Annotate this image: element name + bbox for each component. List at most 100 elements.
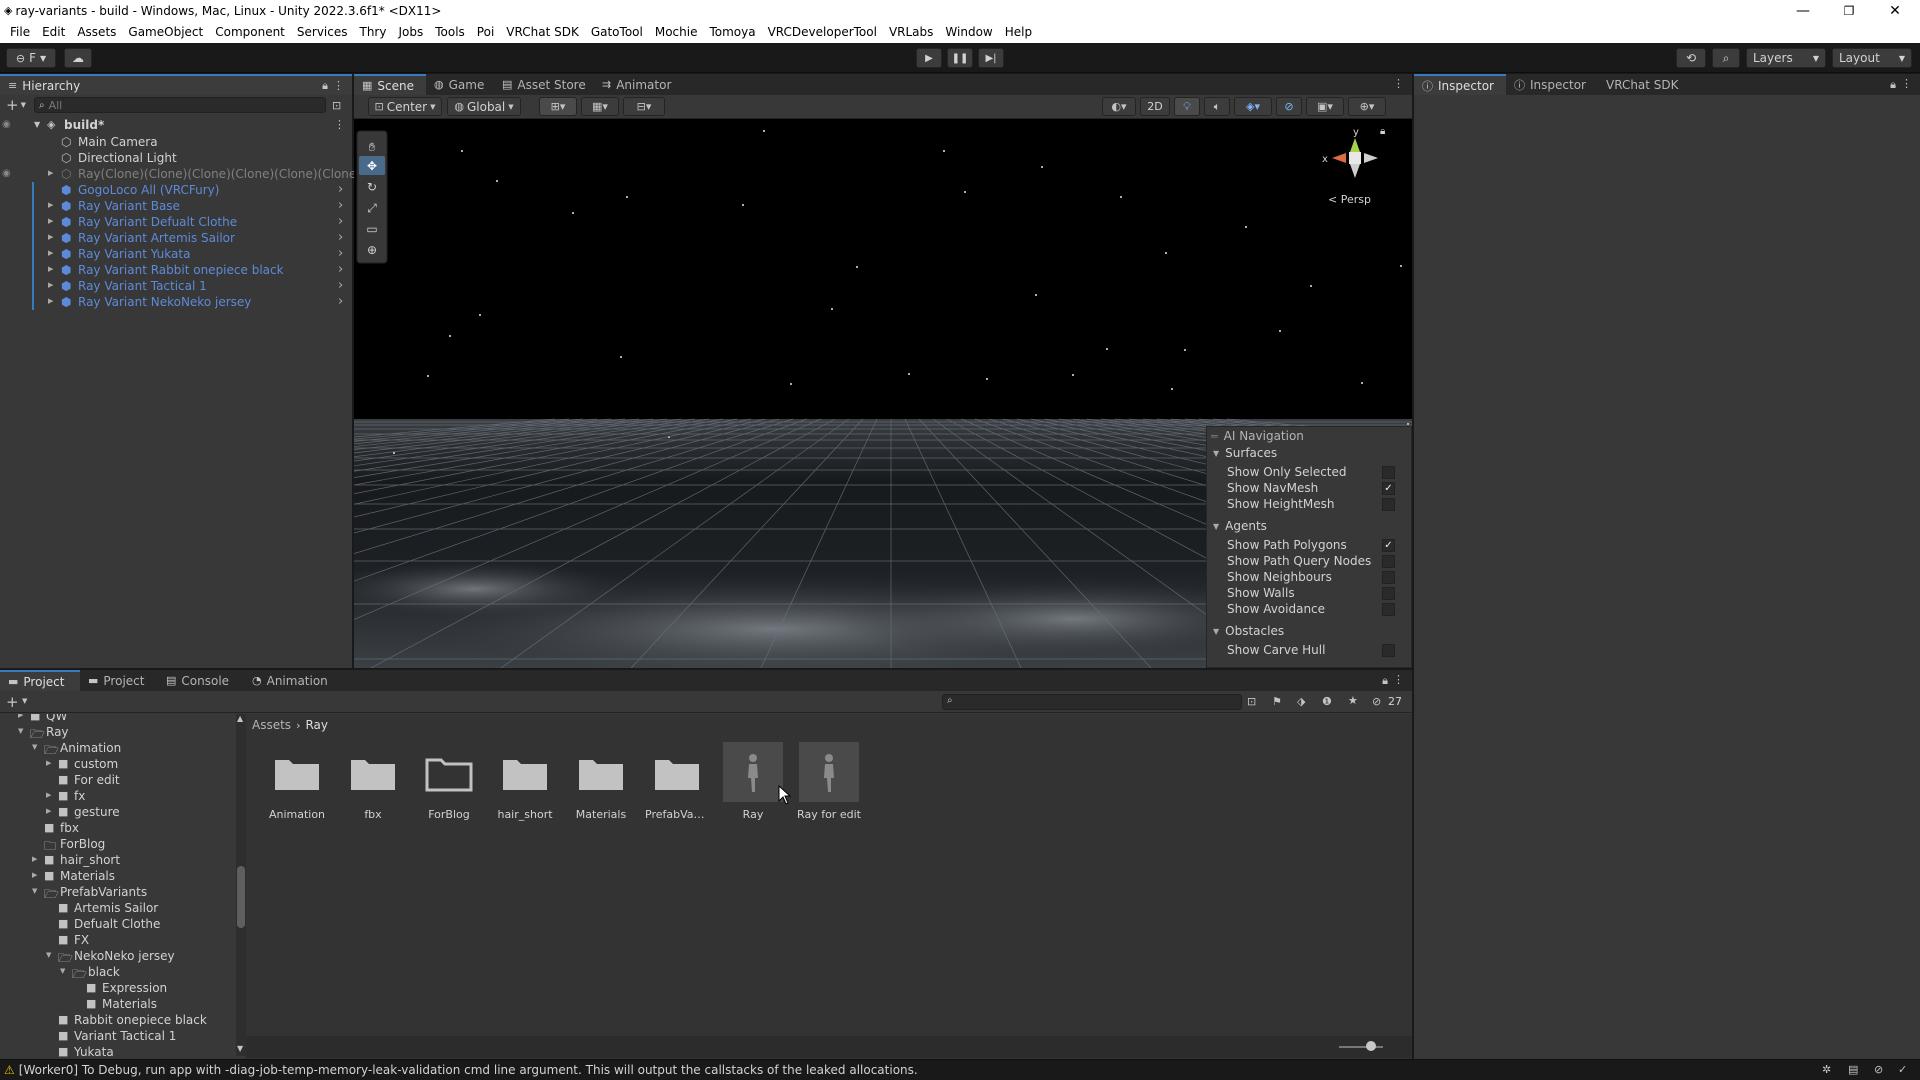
asset-folder[interactable]: PrefabVari... — [645, 742, 709, 832]
tab-inspector[interactable]: ⓘ Inspector — [1414, 74, 1506, 95]
chevron-down-icon[interactable]: ▼ — [1213, 449, 1219, 458]
ai-nav-option[interactable]: Show Carve Hull — [1207, 642, 1409, 658]
account-dropdown[interactable]: ⊖ F ▼ — [6, 48, 56, 68]
folder-tree-item[interactable]: ■ FX — [0, 932, 236, 948]
chevron-right-icon[interactable]: ▶ — [48, 265, 53, 273]
asset-folder[interactable]: Animation — [265, 742, 329, 832]
hierarchy-item[interactable]: ⬢ GogoLoco All (VRCFury) › — [0, 182, 352, 198]
menu-item[interactable]: Jobs — [392, 21, 429, 43]
menu-item[interactable]: Help — [999, 21, 1038, 43]
folder-tree-item[interactable]: ■ Artemis Sailor — [0, 900, 236, 916]
chevron-right-icon[interactable]: ▶ — [48, 281, 53, 289]
lock-icon[interactable]: 🔒︎ — [322, 79, 328, 93]
ai-nav-option[interactable]: Show Avoidance — [1207, 601, 1409, 617]
ai-nav-section-header[interactable]: ▼ Agents — [1207, 518, 1409, 534]
folder-tree-item[interactable]: ■ Variant Tactical 1 — [0, 1028, 236, 1044]
hierarchy-item[interactable]: ⬡ Directional Light — [0, 150, 352, 166]
tab-animation[interactable]: ◔ Animation — [244, 670, 340, 691]
play-button[interactable]: ▶ — [916, 48, 942, 68]
menu-item[interactable]: Component — [209, 21, 291, 43]
camera-dropdown[interactable]: ▣▾ — [1306, 97, 1344, 116]
lighting-toggle[interactable]: 💡︎ — [1174, 97, 1200, 116]
folder-tree-item[interactable]: ▶ ■ fx — [0, 788, 236, 804]
search-by-type-icon[interactable]: ⊡ — [1247, 695, 1256, 708]
folder-tree-item[interactable]: 🗀︎ ForBlog — [0, 836, 236, 853]
chevron-down-icon[interactable]: ▼ — [1213, 522, 1219, 531]
progress-icon[interactable]: ▤ — [1848, 1063, 1858, 1076]
snap-increment-button[interactable]: ▦▾ — [581, 97, 619, 116]
more-icon[interactable]: ⋮ — [334, 118, 345, 131]
ai-nav-option[interactable]: Show Neighbours — [1207, 569, 1409, 585]
minimize-button[interactable]: — — [1780, 0, 1826, 21]
hierarchy-item[interactable]: ▶ ⬢ Ray Variant NekoNeko jersey › — [0, 294, 352, 310]
folder-tree-item[interactable]: ▶ ■ QW — [0, 714, 236, 724]
chevron-right-icon[interactable]: ▶ — [46, 759, 51, 767]
breadcrumb-ray[interactable]: Ray — [305, 718, 328, 732]
open-prefab-icon[interactable]: › — [338, 246, 343, 261]
hierarchy-item[interactable]: ⬡ Main Camera — [0, 134, 352, 150]
step-button[interactable]: ▶| — [978, 48, 1004, 68]
tab-scene[interactable]: ▦ Scene — [354, 74, 426, 95]
ai-nav-checkbox[interactable] — [1382, 554, 1395, 568]
asset-folder[interactable]: Materials — [569, 742, 633, 832]
scene-root-row[interactable]: ◉ ▼ ◈ build* ⋮ — [0, 118, 352, 134]
scroll-thumb[interactable] — [237, 866, 245, 928]
chevron-right-icon[interactable]: ▶ — [48, 233, 53, 241]
open-prefab-icon[interactable]: › — [338, 182, 343, 197]
thumbnail-size-slider[interactable] — [1339, 1046, 1383, 1048]
scale-tool-icon[interactable]: ⤢ — [366, 201, 377, 215]
more-icon[interactable]: ⋮ — [1393, 673, 1404, 686]
folder-tree-item[interactable]: ■ For edit — [0, 772, 236, 788]
tag-icon[interactable]: ⬗ — [1297, 695, 1305, 708]
ai-nav-option[interactable]: Show NavMesh ✓ — [1207, 480, 1409, 496]
undo-history-button[interactable]: ⟲ — [1676, 48, 1706, 68]
folder-tree-item[interactable]: ▶ ■ Materials — [0, 868, 236, 884]
chevron-down-icon[interactable]: ▼ — [21, 101, 26, 109]
menu-item[interactable]: GatoTool — [585, 21, 649, 43]
search-by-label-icon[interactable]: ⚑ — [1272, 695, 1282, 708]
importlog-icon[interactable]: ❶ — [1322, 695, 1332, 708]
open-prefab-icon[interactable]: › — [338, 262, 343, 277]
breadcrumb-assets[interactable]: Assets — [252, 718, 291, 732]
chevron-down-icon[interactable]: ▼ — [22, 697, 27, 705]
rotate-tool-icon[interactable]: ↻ — [367, 180, 377, 194]
visibility-eye-icon[interactable]: ◉ — [2, 168, 11, 179]
hierarchy-item[interactable]: ▶ ⬢ Ray Variant Artemis Sailor › — [0, 230, 352, 246]
chevron-down-icon[interactable]: ▼ — [60, 967, 65, 975]
chevron-right-icon[interactable]: ▶ — [48, 169, 53, 177]
scroll-down-icon[interactable]: ▼ — [237, 1044, 243, 1053]
chevron-right-icon[interactable]: ▶ — [46, 807, 51, 815]
chevron-down-icon[interactable]: ▼ — [46, 951, 51, 959]
rect-tool-icon[interactable]: ▭ — [366, 222, 377, 236]
folder-tree-item[interactable]: ■ fbx — [0, 820, 236, 836]
folder-tree-item[interactable]: ▼ 🗁︎ NekoNeko jersey — [0, 948, 236, 965]
move-tool-icon[interactable]: ✥ — [367, 159, 377, 173]
ai-nav-checkbox[interactable] — [1382, 643, 1395, 657]
menu-item[interactable]: Tomoya — [703, 21, 761, 43]
chevron-down-icon[interactable]: ▼ — [18, 727, 23, 735]
scroll-up-icon[interactable]: ▲ — [237, 714, 243, 723]
chevron-right-icon[interactable]: ▶ — [48, 217, 53, 225]
toggle-2d-button[interactable]: 2D — [1140, 97, 1170, 116]
open-prefab-icon[interactable]: › — [338, 198, 343, 213]
ai-nav-checkbox[interactable]: ✓ — [1382, 481, 1395, 495]
favorite-star-icon[interactable]: ★ — [1348, 694, 1358, 707]
folder-tree-item[interactable]: ▼ 🗁︎ PrefabVariants — [0, 884, 236, 901]
check-icon[interactable]: ✓ — [1898, 1063, 1907, 1076]
chevron-right-icon[interactable]: ▶ — [46, 791, 51, 799]
chevron-right-icon[interactable]: ▶ — [32, 855, 37, 863]
asset-folder[interactable]: hair_short — [493, 742, 557, 832]
open-prefab-icon[interactable]: › — [338, 278, 343, 293]
increment-snap-button[interactable]: ⊟▾ — [623, 97, 665, 116]
menu-item[interactable]: VRCDeveloperTool — [762, 21, 883, 43]
tree-scrollbar[interactable]: ▲ ▼ — [236, 714, 246, 1056]
chevron-down-icon[interactable]: ▼ — [1213, 627, 1219, 636]
drag-handle-icon[interactable]: ═ — [1211, 430, 1218, 443]
layers-dropdown[interactable]: Layers ▼ — [1746, 48, 1826, 68]
ai-nav-option[interactable]: Show HeightMesh — [1207, 496, 1409, 512]
gizmos-dropdown[interactable]: ⊕▾ — [1348, 97, 1386, 116]
pause-button[interactable]: ❚❚ — [947, 48, 973, 68]
ai-nav-checkbox[interactable] — [1382, 465, 1395, 479]
hierarchy-item[interactable]: ▶ ⬢ Ray Variant Rabbit onepiece black › — [0, 262, 352, 278]
menu-item[interactable]: VRLabs — [883, 21, 939, 43]
